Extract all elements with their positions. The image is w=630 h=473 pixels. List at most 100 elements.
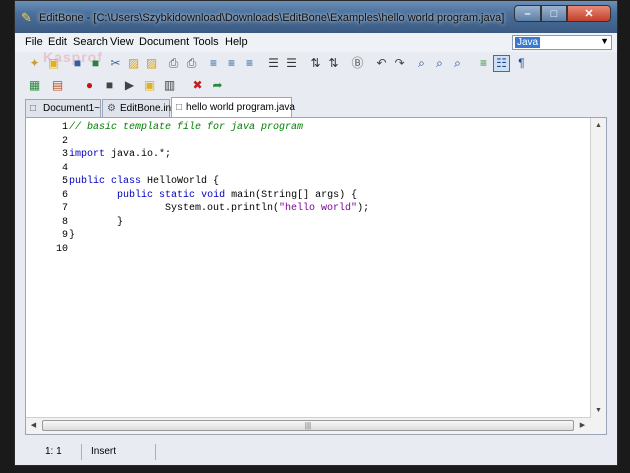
- stop-icon[interactable]: ■: [101, 77, 118, 94]
- code-line: // basic template file for java program: [69, 121, 303, 134]
- sort-descending-icon[interactable]: ⇅: [325, 55, 342, 72]
- line-number: 3: [61, 149, 68, 160]
- open-folder-icon[interactable]: ▣: [45, 55, 62, 72]
- code-token: }: [69, 216, 124, 228]
- code-token: static: [159, 189, 196, 201]
- code-token: void: [201, 189, 226, 201]
- menu-tools[interactable]: Tools: [193, 36, 219, 48]
- minimize-button[interactable]: –: [514, 5, 541, 22]
- code-token: main(String[] args) {: [225, 189, 358, 201]
- save-macro-icon[interactable]: ▥: [161, 77, 178, 94]
- record-icon[interactable]: ●: [81, 77, 98, 94]
- save-icon[interactable]: ■: [69, 55, 86, 72]
- indent-increase-icon[interactable]: ≡: [205, 55, 222, 72]
- special-chars-icon[interactable]: ☷: [493, 55, 510, 72]
- code-editor[interactable]: 1 2 3 4 5 6 7 8 9 10 // basic template file for j…: [25, 117, 607, 435]
- line-number: 9: [61, 230, 68, 241]
- chevron-down-icon: ▼: [600, 36, 609, 46]
- save-as-icon[interactable]: ✂: [107, 55, 124, 72]
- search-again-icon[interactable]: ⌕: [449, 55, 466, 72]
- macro-icon[interactable]: ▤: [49, 77, 66, 94]
- open-macro-icon[interactable]: ▣: [141, 77, 158, 94]
- menu-document[interactable]: Document: [139, 36, 189, 48]
- menu-file[interactable]: File: [25, 36, 43, 48]
- document-icon: □: [176, 101, 183, 113]
- code-token: class: [111, 176, 142, 187]
- status-separator: [81, 444, 82, 460]
- code-token: java.io.*;: [105, 149, 172, 160]
- line-number: 5: [61, 176, 68, 187]
- save-all-icon[interactable]: ■: [87, 55, 104, 72]
- export-icon[interactable]: ➦: [209, 77, 226, 94]
- tab-label: hello world program.java: [186, 102, 295, 113]
- document-icon: □: [30, 102, 37, 114]
- case-toggle-icon[interactable]: Ⓑ: [349, 55, 366, 72]
- line-number: 2: [61, 135, 68, 147]
- menu-search[interactable]: Search: [73, 36, 108, 48]
- print-icon[interactable]: ⎙: [165, 55, 182, 72]
- code-token: // basic template file for java program: [69, 122, 304, 133]
- line-number: 8: [61, 216, 68, 228]
- window-controls: – □ ✕: [514, 5, 611, 23]
- cursor-position: 1: 1: [45, 446, 62, 457]
- line-numbers-icon[interactable]: ≡: [475, 55, 492, 72]
- window-title: EditBone - [C:\Users\Szybkidownload\Down…: [39, 12, 505, 24]
- app-icon: ✎: [21, 10, 32, 25]
- language-select[interactable]: Java ▼: [512, 35, 612, 50]
- new-document-icon[interactable]: ✦: [26, 55, 43, 72]
- sort-ascending-icon[interactable]: ⇅: [307, 55, 324, 72]
- line-number-gutter: 1 2 3 4 5 6 7 8 9 10: [26, 118, 68, 418]
- scroll-left-icon[interactable]: ◀: [26, 418, 41, 433]
- horizontal-scrollbar[interactable]: ◀ ||| ▶: [26, 417, 590, 434]
- line-number: 10: [55, 243, 68, 255]
- menu-help[interactable]: Help: [225, 36, 248, 48]
- scroll-down-icon[interactable]: ▼: [591, 403, 606, 418]
- code-token: HelloWorld {: [141, 176, 220, 187]
- delete-macro-icon[interactable]: ✖: [189, 77, 206, 94]
- compare-icon[interactable]: ▦: [26, 77, 43, 94]
- paragraph-icon[interactable]: ¶: [513, 55, 530, 72]
- line-number: 7: [61, 203, 68, 214]
- scroll-right-icon[interactable]: ▶: [575, 418, 590, 433]
- comment-icon[interactable]: ☰: [265, 55, 282, 72]
- close-button[interactable]: ✕: [567, 5, 611, 22]
- sort-icon[interactable]: ≡: [241, 55, 258, 72]
- title-bar[interactable]: ✎ EditBone - [C:\Users\Szybkidownload\Do…: [15, 1, 617, 33]
- print-preview-icon[interactable]: ⎙: [183, 55, 200, 72]
- menu-view[interactable]: View: [110, 36, 134, 48]
- tab-label: EditBone.ini: [119, 103, 174, 114]
- code-line: public class HelloWorld {: [69, 175, 219, 188]
- code-token: );: [357, 203, 370, 214]
- maximize-button[interactable]: □: [541, 5, 567, 22]
- uncomment-icon[interactable]: ☰: [283, 55, 300, 72]
- close-icon[interactable]: ▨: [125, 55, 142, 72]
- vertical-scrollbar[interactable]: ▲ ▼: [590, 118, 606, 418]
- status-bar: 1: 1 Insert: [15, 441, 617, 465]
- scroll-thumb[interactable]: |||: [42, 420, 574, 431]
- tab-hello-world-program[interactable]: □ hello world program.java: [171, 97, 295, 117]
- indent-decrease-icon[interactable]: ≡: [223, 55, 240, 72]
- code-token: public: [117, 189, 154, 201]
- undo-icon[interactable]: ↶: [373, 55, 390, 72]
- code-line: import java.io.*;: [69, 148, 171, 161]
- line-number: 6: [61, 189, 68, 201]
- scrollbar-corner: [590, 418, 606, 434]
- code-line: }: [69, 216, 123, 229]
- code-token: import: [69, 149, 106, 160]
- play-icon[interactable]: ▶: [121, 77, 138, 94]
- settings-file-icon: ⚙: [107, 102, 116, 114]
- code-area[interactable]: // basic template file for java program i…: [69, 118, 590, 418]
- close-all-icon[interactable]: ▨: [143, 55, 160, 72]
- tab-editbone-ini[interactable]: ⚙ EditBone.ini: [102, 99, 174, 117]
- redo-icon[interactable]: ↷: [391, 55, 408, 72]
- code-token: System.out.println(: [69, 203, 280, 214]
- menu-edit[interactable]: Edit: [48, 36, 67, 48]
- line-number: 1: [61, 122, 68, 133]
- scroll-up-icon[interactable]: ▲: [591, 118, 606, 133]
- replace-icon[interactable]: ⌕: [431, 55, 448, 72]
- editbone-window: ✎ EditBone - [C:\Users\Szybkidownload\Do…: [14, 0, 618, 466]
- search-icon[interactable]: ⌕: [413, 55, 430, 72]
- tab-document1[interactable]: □ Document1~: [25, 99, 101, 117]
- main-toolbar: ✦ ▣ ■ ■ ✂ ▨ ▨ ⎙ ⎙ ≡ ≡ ≡ ☰ ☰ ⇅ ⇅ Ⓑ ↶ ↷ ⌕ ⌕ ⌕ ≡ ☷ ¶: [15, 52, 617, 76]
